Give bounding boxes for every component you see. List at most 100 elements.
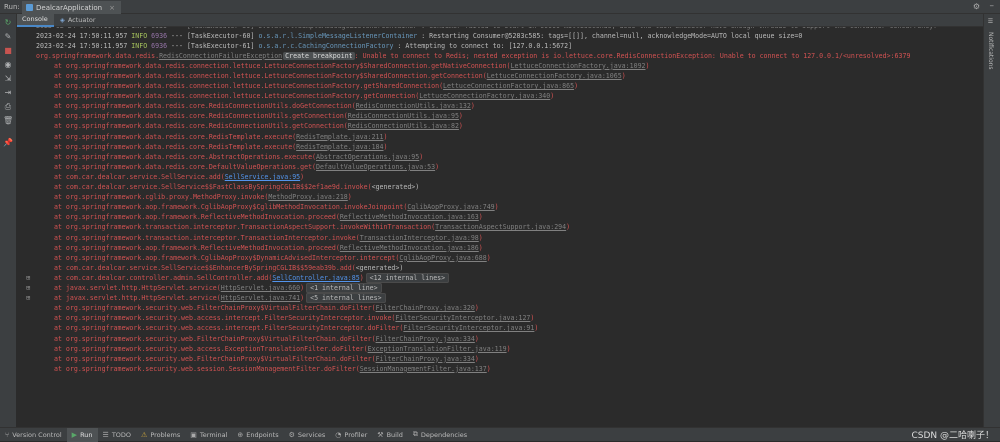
toolwindow-button-todo[interactable]: ☰ TODO (98, 428, 137, 442)
frame-source-link[interactable]: RedisConnectionUtils.java:132 (356, 102, 471, 110)
internal-lines-badge[interactable]: <1 internal line> (306, 283, 382, 293)
frame-tail: ) (474, 304, 479, 313)
toolwindow-button-version-control[interactable]: ⑂ Version Control (0, 428, 67, 442)
frame-source-link[interactable]: SessionManagementFilter.java:137 (360, 365, 487, 373)
exception-class-link[interactable]: RedisConnectionFailureException (159, 52, 282, 60)
tab-console[interactable]: Console (16, 14, 54, 27)
log-logger: o.s.a.r.c.CachingConnectionFactory (258, 41, 394, 50)
frame-source-link[interactable]: FilterChainProxy.java:334 (376, 335, 475, 343)
log-separator: --- (171, 31, 183, 40)
frame-tail: ) (435, 162, 440, 171)
frame-method: at org.springframework.cglib.proxy.Metho… (54, 193, 269, 202)
wrench-icon[interactable]: ✎ (3, 32, 13, 41)
frame-source-link[interactable]: ExceptionTranslationFilter.java:119 (368, 345, 507, 353)
toolwindow-label: Terminal (199, 430, 228, 439)
frame-source-link[interactable]: RedisConnectionUtils.java:95 (348, 112, 459, 120)
frame-source-link[interactable]: SellService.java:95 (225, 173, 300, 181)
frame-method: at com.car.dealcar.controller.admin.Sell… (54, 273, 273, 282)
toolwindow-button-dependencies[interactable]: ⧉ Dependencies (408, 428, 472, 442)
frame-source-link[interactable]: HttpServlet.java:660 (221, 284, 300, 292)
soft-wrap-icon[interactable]: ⇥ (3, 88, 13, 97)
toolwindow-button-terminal[interactable]: ▣ Terminal (185, 428, 232, 442)
stack-frame: at org.springframework.data.redis.connec… (36, 61, 650, 71)
frame-source-link[interactable]: AbstractOperations.java:95 (316, 153, 419, 161)
frame-method: at org.springframework.data.redis.core.R… (54, 142, 297, 151)
frame-tail: ) (574, 82, 579, 90)
frame-source-link[interactable]: DefaultValueOperations.java:53 (316, 163, 435, 171)
stack-frame: at org.springframework.security.web.Filt… (36, 354, 479, 364)
frame-tail: ) (300, 284, 305, 292)
rerun-icon[interactable]: ↻ (3, 18, 13, 27)
frame-source-link[interactable]: LettuceConnectionFactory.java:865 (443, 82, 574, 90)
toolwindow-button-build[interactable]: ⚒ Build (372, 428, 408, 442)
close-tab-icon[interactable]: × (109, 4, 115, 12)
frame-tail: ) (458, 122, 463, 131)
frame-source-link[interactable]: CglibAopProxy.java:688 (399, 254, 486, 262)
log-separator: --- (171, 41, 183, 50)
frame-source-link[interactable]: FilterChainProxy.java:320 (376, 304, 475, 312)
expand-fold-icon[interactable]: ⊞ (26, 273, 30, 283)
internal-lines-badge[interactable]: <5 internal lines> (306, 293, 386, 304)
frame-method: at org.springframework.security.web.acce… (54, 324, 404, 333)
tab-actuator[interactable]: ◈ Actuator (54, 14, 102, 27)
frame-tail: ) (478, 213, 483, 222)
tab-console-label: Console (22, 15, 48, 23)
gear-icon[interactable]: ⚙ (973, 2, 980, 11)
frame-source-link[interactable]: FilterChainProxy.java:334 (376, 355, 475, 363)
stop-icon[interactable]: ■ (3, 46, 13, 55)
frame-source-link[interactable]: LettuceConnectionFactory.java:1092 (511, 62, 646, 70)
toolwindow-button-profiler[interactable]: ◔ Profiler (330, 428, 372, 442)
log-thread: [TaskExecutor-61] (186, 41, 255, 50)
frame-source-link[interactable]: TransactionInterceptor.java:98 (360, 234, 479, 242)
log-message: : Attempting to connect to: [127.0.0.1:5… (397, 41, 573, 50)
stack-frame: at org.springframework.transaction.inter… (36, 222, 570, 232)
frame-tail: ) (550, 92, 555, 101)
expand-fold-icon[interactable]: ⊞ (26, 283, 30, 293)
console-gutter (16, 27, 36, 427)
frame-source-link[interactable]: ReflectiveMethodInvocation.java:163 (340, 213, 479, 221)
frame-source-link[interactable]: MethodProxy.java:218 (268, 193, 347, 201)
camera-icon[interactable]: ◉ (3, 60, 13, 69)
frame-source-link[interactable]: CglibAopProxy.java:749 (407, 203, 494, 211)
frame-source-link[interactable]: RedisConnectionUtils.java:82 (348, 122, 459, 130)
stack-frame: at org.springframework.security.web.sess… (36, 364, 491, 374)
frame-source-link[interactable]: RedisTemplate.java:211 (296, 133, 383, 141)
database-icon[interactable]: ☰ (987, 18, 994, 25)
console-output[interactable]: 2023-02-24 17:50:11.956 INFO 6936 --- [T… (16, 27, 984, 427)
log-time: 2023-02-24 17:50:11.957 (36, 31, 128, 40)
frame-tail: ) (478, 233, 483, 242)
toolwindow-button-endpoints[interactable]: ⊕ Endpoints (232, 428, 283, 442)
frame-tail: <generated>) (371, 183, 420, 191)
toolwindow-button-problems[interactable]: ⚠ Problems (136, 428, 185, 442)
toolwindow-button-run[interactable]: ▶ Run (66, 427, 98, 442)
frame-source-link[interactable]: LettuceConnectionFactory.java:340 (419, 92, 550, 100)
frame-source-link[interactable]: SellController.java:85 (272, 274, 359, 282)
frame-source-link[interactable]: RedisTemplate.java:184 (296, 143, 383, 151)
stack-frame: at org.springframework.aop.framework.Cgl… (36, 253, 491, 263)
toolwindow-button-services[interactable]: ⚙ Services (284, 428, 331, 442)
restore-layout-icon[interactable]: ⇲ (3, 74, 13, 83)
expand-fold-icon[interactable]: ⊞ (26, 293, 30, 303)
stack-frame: at org.springframework.data.redis.core.R… (36, 111, 463, 121)
frame-source-link[interactable]: LettuceConnectionFactory.java:1065 (487, 72, 622, 80)
frame-method: at org.springframework.security.web.Filt… (54, 354, 376, 363)
print-icon[interactable]: ⎙ (3, 102, 13, 111)
notifications-label[interactable]: Notifications (987, 32, 994, 70)
frame-tail: ) (383, 142, 388, 151)
frame-source-link[interactable]: FilterSecurityInterceptor.java:91 (403, 324, 534, 332)
frame-tail: ) (645, 61, 650, 70)
frame-source-link[interactable]: FilterSecurityInterceptor.java:127 (395, 314, 530, 322)
minimize-icon[interactable]: – (990, 1, 995, 11)
frame-source-link[interactable]: HttpServlet.java:741 (221, 294, 300, 302)
log-logger: o.s.a.r.l.SimpleMessageListenerContainer (258, 31, 418, 40)
frame-source-link[interactable]: ReflectiveMethodInvocation.java:186 (340, 244, 479, 252)
internal-lines-badge[interactable]: <12 internal lines> (365, 272, 450, 283)
stack-frame: at org.springframework.data.redis.connec… (36, 81, 578, 91)
create-breakpoint-tooltip[interactable]: Create breakpoint (283, 51, 355, 60)
run-toolwindow-header: Run: DealcarApplication × ⚙ – (0, 0, 1000, 14)
frame-method: at com.car.dealcar.service.SellService$$… (54, 263, 356, 272)
frame-source-link[interactable]: TransactionAspectSupport.java:294 (435, 223, 566, 231)
delete-icon[interactable]: 🗑 (3, 116, 13, 125)
pin-icon[interactable]: 📌 (3, 138, 13, 147)
frame-method: at org.springframework.security.web.sess… (54, 364, 360, 373)
